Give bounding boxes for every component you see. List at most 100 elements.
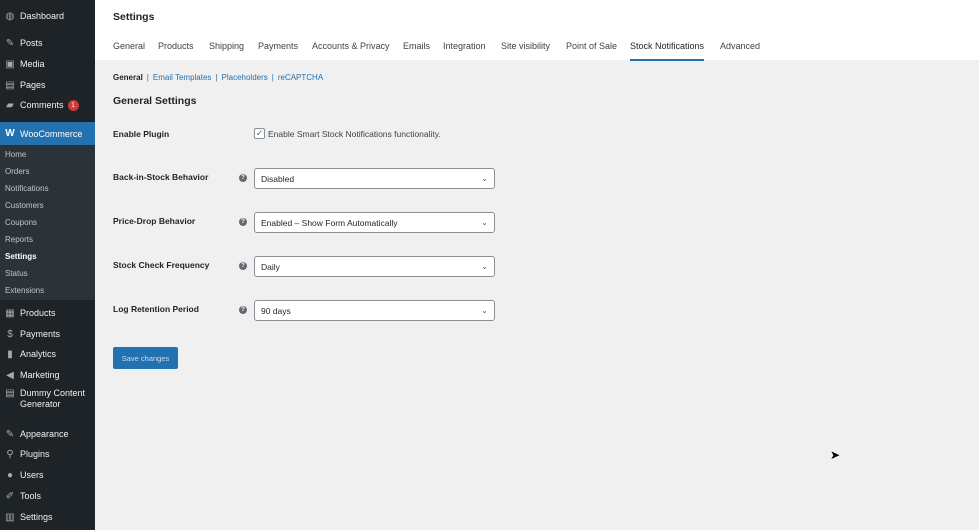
comment-icon: ▰: [6, 99, 14, 111]
sidebar-item-b9[interactable]: ▥ Settings: [0, 507, 95, 527]
sidebar-item-3[interactable]: ▤ Pages: [0, 75, 95, 95]
submenu-item[interactable]: Reports: [5, 235, 33, 244]
help-icon[interactable]: ?: [239, 306, 247, 314]
submenu-item[interactable]: Customers: [5, 201, 44, 210]
enable-plugin-checkbox[interactable]: ✓: [254, 128, 265, 139]
sidebar-item-woocommerce[interactable]: W WooCommerce: [0, 122, 95, 145]
chevron-down-icon: ⌄: [481, 262, 488, 271]
select-value: Enabled – Show Form Automatically: [261, 217, 398, 228]
sidebar-item-b8[interactable]: ✐ Tools: [0, 486, 95, 506]
subnav-email-templates[interactable]: Email Templates: [153, 73, 212, 82]
sidebar-item-b5[interactable]: ✎ Appearance: [0, 424, 95, 444]
field-select[interactable]: Daily ⌄: [254, 256, 495, 277]
woocommerce-icon: W: [5, 128, 15, 139]
tab-advanced[interactable]: Advanced: [720, 41, 760, 59]
sidebar-item-label: Marketing: [20, 370, 60, 380]
sidebar-item-2[interactable]: ▣ Media: [0, 54, 95, 74]
field-select[interactable]: 90 days ⌄: [254, 300, 495, 321]
sidebar-item-label: Settings: [20, 512, 53, 522]
sidebar-item-label: Dummy Content Generator: [20, 388, 86, 409]
tab-emails[interactable]: Emails: [403, 41, 430, 59]
sidebar-item-b1[interactable]: $ Payments: [0, 324, 95, 344]
sidebar-item-label: Users: [20, 470, 44, 480]
chevron-down-icon: ⌄: [481, 306, 488, 315]
appearance-icon: ✎: [5, 428, 15, 440]
subnav-separator: |: [271, 73, 274, 82]
field-label: Log Retention Period: [113, 304, 199, 314]
sidebar-item-label: Comments: [20, 100, 64, 110]
sidebar-item-label: Plugins: [20, 449, 50, 459]
analytics-icon: ▮: [7, 348, 13, 360]
field-label: Stock Check Frequency: [113, 260, 210, 270]
save-changes-button[interactable]: Save changes: [113, 347, 178, 369]
plugins-icon: ⚲: [6, 448, 14, 460]
sidebar-item-label: Pages: [20, 80, 46, 90]
dummy-content-generator-icon: ▤: [5, 388, 15, 399]
submenu-item[interactable]: Settings: [5, 252, 37, 261]
submenu-item[interactable]: Status: [5, 269, 28, 278]
sidebar-item-b2[interactable]: ▮ Analytics: [0, 344, 95, 364]
tab-payments[interactable]: Payments: [258, 41, 298, 59]
sidebar-item-b7[interactable]: ● Users: [0, 465, 95, 485]
help-icon[interactable]: ?: [239, 262, 247, 270]
tools-icon: ✐: [5, 490, 15, 502]
pin-icon: ✎: [5, 37, 15, 49]
sidebar-item-label: WooCommerce: [20, 128, 83, 139]
sidebar-item-4[interactable]: ▰ Comments 1: [0, 95, 95, 115]
section-subnav: General | Email Templates | Placeholders | reC…: [113, 73, 323, 82]
tab-accounts-privacy[interactable]: Accounts & Privacy: [312, 41, 390, 59]
field-label: Back-in-Stock Behavior: [113, 172, 209, 182]
subnav-recaptcha[interactable]: reCAPTCHA: [278, 73, 323, 82]
sidebar-item-label: Analytics: [20, 349, 57, 359]
pages-icon: ▤: [5, 79, 15, 91]
products-icon: ▦: [5, 307, 15, 319]
field-select[interactable]: Enabled – Show Form Automatically ⌄: [254, 212, 495, 233]
sidebar-item-label: Products: [20, 308, 56, 318]
sidebar-item-b0[interactable]: ▦ Products: [0, 303, 95, 323]
sidebar-item-label: Posts: [20, 38, 43, 48]
field-select[interactable]: Disabled ⌄: [254, 168, 495, 189]
sidebar-item-1[interactable]: ✎ Posts: [0, 33, 95, 53]
sidebar-item-0[interactable]: ◍ Dashboard: [0, 6, 95, 26]
subnav-separator: |: [215, 73, 218, 82]
section-title: General Settings: [113, 95, 197, 107]
tab-integration[interactable]: Integration: [443, 41, 486, 59]
enable-plugin-checkbox-label[interactable]: Enable Smart Stock Notifications functio…: [268, 129, 441, 139]
sidebar-item-label: Media: [20, 59, 45, 69]
sidebar-item-label: Appearance: [20, 429, 69, 439]
subnav-separator: |: [146, 73, 149, 82]
mouse-cursor-icon: ➤: [830, 448, 841, 462]
users-icon: ●: [6, 469, 14, 481]
select-value: Daily: [261, 261, 280, 272]
subnav-general[interactable]: General: [113, 73, 143, 82]
tab-point-of-sale[interactable]: Point of Sale: [566, 41, 617, 59]
marketing-icon: ◀: [6, 369, 14, 381]
dashboard-icon: ◍: [5, 10, 15, 22]
field-label: Price-Drop Behavior: [113, 216, 196, 226]
tab-products[interactable]: Products: [158, 41, 194, 59]
tab-shipping[interactable]: Shipping: [209, 41, 244, 59]
help-icon[interactable]: ?: [239, 174, 247, 182]
tab-stock-notifications[interactable]: Stock Notifications: [630, 41, 705, 61]
sidebar-item-label: Payments: [20, 329, 61, 339]
tab-site-visibility[interactable]: Site visibility: [501, 41, 550, 59]
submenu-item[interactable]: Coupons: [5, 218, 37, 227]
settings-icon: ▥: [5, 511, 15, 523]
page-title: Settings: [113, 11, 155, 23]
submenu-item[interactable]: Notifications: [5, 184, 49, 193]
chevron-down-icon: ⌄: [481, 174, 488, 183]
media-icon: ▣: [5, 58, 15, 70]
help-icon[interactable]: ?: [239, 218, 247, 226]
sidebar-item-b4[interactable]: ▤ Dummy Content Generator: [0, 386, 95, 412]
sidebar-item-label: Tools: [20, 491, 42, 501]
sidebar-item-b6[interactable]: ⚲ Plugins: [0, 444, 95, 464]
chevron-down-icon: ⌄: [481, 218, 488, 227]
payments-icon: $: [7, 328, 13, 340]
submenu-item[interactable]: Extensions: [5, 286, 44, 295]
subnav-placeholders[interactable]: Placeholders: [222, 73, 268, 82]
select-value: 90 days: [261, 305, 291, 316]
submenu-item[interactable]: Home: [5, 150, 26, 159]
submenu-item[interactable]: Orders: [5, 167, 29, 176]
sidebar-item-b3[interactable]: ◀ Marketing: [0, 365, 95, 385]
tab-general[interactable]: General: [113, 41, 145, 59]
